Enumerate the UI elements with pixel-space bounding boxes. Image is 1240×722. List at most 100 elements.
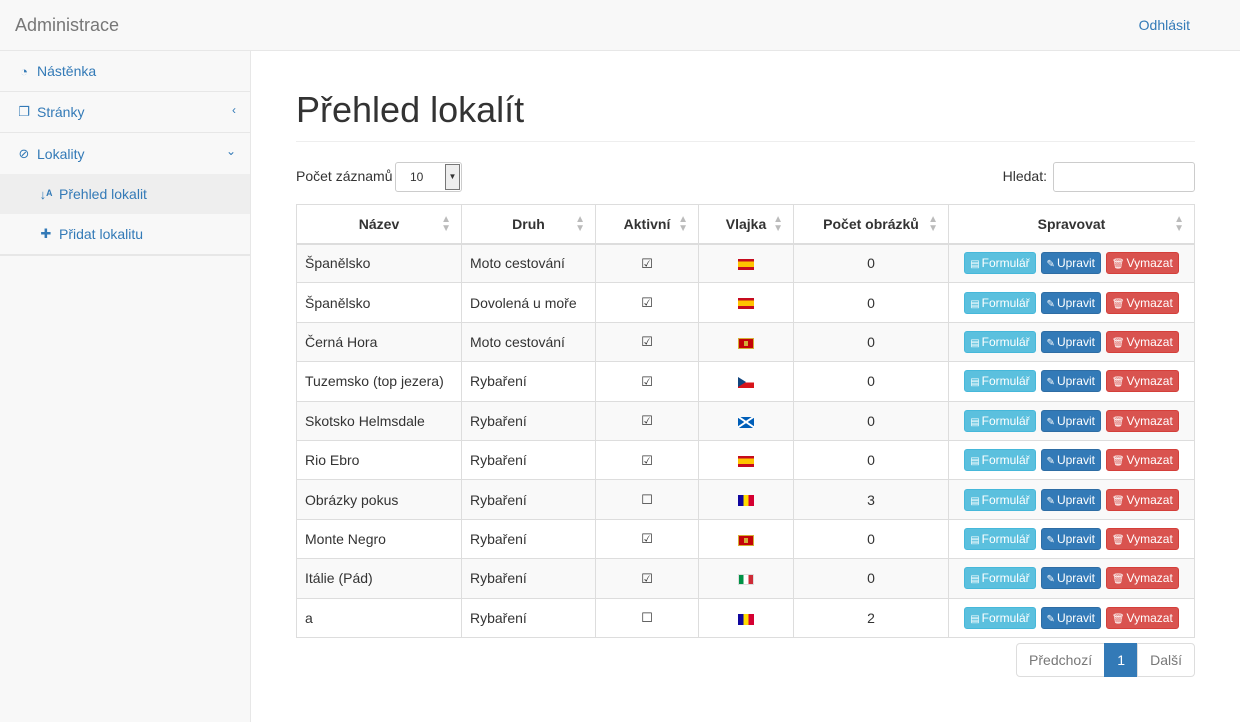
sort-icon: ▲ ▼ (441, 214, 451, 234)
form-button[interactable]: ▤ Formulář (964, 252, 1036, 275)
form-button[interactable]: ▤ Formulář (964, 291, 1036, 314)
flag-icon (738, 377, 754, 389)
cell-flag (698, 321, 794, 363)
trash-icon: 🗑 (1111, 337, 1125, 349)
cell-actions: ▤ Formulář ✎ Upravit 🗑 Vymazat (948, 439, 1195, 481)
form-button[interactable]: ▤ Formulář (964, 330, 1036, 353)
pencil-icon: ✎ (1046, 495, 1055, 507)
column-header-kind[interactable]: Druh ▲ ▼ (461, 204, 596, 245)
delete-button[interactable]: 🗑 Vymazat (1105, 527, 1179, 550)
cell-active: ☑ (595, 400, 699, 441)
cell-images: 0 (793, 361, 949, 402)
trash-icon: 🗑 (1111, 574, 1125, 586)
table-row: Skotsko Helmsdale Rybaření ☑ 0 ▤ Formulář ✎ Up… (296, 400, 1195, 441)
sidebar-item-dashboard[interactable]: ◔ Nástěnka (0, 51, 250, 92)
chevron-left-icon: ‹ (232, 103, 236, 117)
pencil-icon: ✎ (1046, 337, 1055, 349)
column-header-active[interactable]: Aktivní ▲ ▼ (595, 204, 699, 245)
cell-images: 0 (793, 321, 949, 363)
delete-button[interactable]: 🗑 Vymazat (1105, 567, 1179, 590)
cell-kind: Rybaření (461, 479, 596, 520)
flag-icon (738, 416, 754, 428)
sidebar-item-label: Lokality (37, 145, 85, 162)
pagination-page-button[interactable]: 1 (1104, 643, 1139, 677)
delete-button[interactable]: 🗑 Vymazat (1105, 252, 1179, 275)
trash-icon: 🗑 (1111, 416, 1125, 428)
delete-button[interactable]: 🗑 Vymazat (1105, 449, 1179, 472)
trash-icon: 🗑 (1111, 613, 1125, 625)
cell-name: Skotsko Helmsdale (296, 400, 462, 441)
edit-button[interactable]: ✎ Upravit (1040, 409, 1101, 432)
table-row: Rio Ebro Rybaření ☑ 0 ▤ Formulář ✎ Upravit 🗑 Vy… (296, 439, 1195, 481)
trash-icon: 🗑 (1111, 534, 1125, 546)
cell-flag (698, 242, 794, 284)
length-select[interactable]: 10 ▼ (395, 162, 462, 192)
pencil-icon: ✎ (1046, 298, 1055, 310)
sort-icon: ▲ ▼ (928, 214, 938, 234)
logout-link[interactable]: Odhlásit (1139, 17, 1190, 33)
delete-button[interactable]: 🗑 Vymazat (1105, 488, 1179, 511)
cell-actions: ▤ Formulář ✎ Upravit 🗑 Vymazat (948, 518, 1195, 560)
edit-button[interactable]: ✎ Upravit (1040, 370, 1101, 393)
flag-icon (738, 298, 754, 310)
cell-kind: Dovolená u moře (461, 282, 596, 323)
search-input[interactable] (1053, 162, 1195, 192)
edit-button[interactable]: ✎ Upravit (1040, 488, 1101, 511)
form-button[interactable]: ▤ Formulář (964, 409, 1036, 432)
delete-button[interactable]: 🗑 Vymazat (1105, 370, 1179, 393)
edit-button[interactable]: ✎ Upravit (1040, 606, 1101, 629)
column-header-images[interactable]: Počet obrázků ▲ ▼ (793, 204, 949, 245)
file-icon: ▤ (970, 416, 980, 428)
pencil-icon: ✎ (1046, 534, 1055, 546)
cell-flag (698, 518, 794, 560)
sidebar-item-label: Stránky (37, 104, 85, 120)
form-button[interactable]: ▤ Formulář (964, 606, 1036, 629)
cell-images: 0 (793, 282, 949, 323)
checkbox-checked-icon: ☑ (641, 413, 653, 429)
delete-button[interactable]: 🗑 Vymazat (1105, 330, 1179, 353)
cell-flag (698, 282, 794, 323)
cell-actions: ▤ Formulář ✎ Upravit 🗑 Vymazat (948, 400, 1195, 441)
cell-flag (698, 361, 794, 402)
page-title: Přehled lokalít (296, 89, 1195, 142)
sidebar-item-label: Nástěnka (37, 63, 97, 79)
edit-button[interactable]: ✎ Upravit (1040, 449, 1101, 472)
edit-button[interactable]: ✎ Upravit (1040, 567, 1101, 590)
form-button[interactable]: ▤ Formulář (964, 370, 1036, 393)
checkbox-checked-icon: ☑ (641, 373, 653, 389)
main-content: Přehled lokalít Počet záznamů 10 ▼ Hleda… (296, 51, 1195, 677)
sidebar-subitem-add[interactable]: ✚ Přidat lokalitu (0, 214, 250, 254)
pagination-next-button[interactable]: Další (1137, 643, 1195, 677)
edit-button[interactable]: ✎ Upravit (1040, 252, 1101, 275)
sidebar-item-pages[interactable]: ❐ Stránky ‹ (0, 92, 250, 133)
delete-button[interactable]: 🗑 Vymazat (1105, 409, 1179, 432)
form-button[interactable]: ▤ Formulář (964, 567, 1036, 590)
table-header-row: Název ▲ ▼ Druh ▲ ▼ Aktivní ▲ ▼ Vlajka ▲ ▼ Počet … (296, 204, 1195, 245)
edit-button[interactable]: ✎ Upravit (1040, 330, 1101, 353)
edit-button[interactable]: ✎ Upravit (1040, 291, 1101, 314)
form-button[interactable]: ▤ Formulář (964, 527, 1036, 550)
cell-flag (698, 597, 794, 638)
flag-icon (738, 455, 754, 467)
sidebar: ◔ Nástěnka ❐ Stránky ‹ ⊘ Lokality ⌄ ↓ᴬ P… (0, 51, 251, 722)
column-header-flag[interactable]: Vlajka ▲ ▼ (698, 204, 794, 245)
cell-images: 0 (793, 518, 949, 560)
column-header-name[interactable]: Název ▲ ▼ (296, 204, 462, 245)
flag-icon (738, 613, 754, 625)
cell-actions: ▤ Formulář ✎ Upravit 🗑 Vymazat (948, 558, 1195, 599)
pencil-icon: ✎ (1046, 259, 1055, 271)
delete-button[interactable]: 🗑 Vymazat (1105, 606, 1179, 629)
form-button[interactable]: ▤ Formulář (964, 488, 1036, 511)
sidebar-subitem-overview[interactable]: ↓ᴬ Přehled lokalit (0, 174, 250, 214)
cell-kind: Rybaření (461, 518, 596, 560)
table-row: Černá Hora Moto cestování ☑ 0 ▤ Formulář ✎ Upr… (296, 321, 1195, 363)
pagination-prev-button[interactable]: Předchozí (1016, 643, 1106, 677)
file-icon: ▤ (970, 298, 980, 310)
sort-icon: ▲ ▼ (1174, 214, 1184, 234)
delete-button[interactable]: 🗑 Vymazat (1105, 291, 1179, 314)
edit-button[interactable]: ✎ Upravit (1040, 527, 1101, 550)
column-header-manage[interactable]: Spravovat ▲ ▼ (948, 204, 1195, 245)
sidebar-subitem-label: Přidat lokalitu (59, 226, 144, 242)
sidebar-item-locations[interactable]: ⊘ Lokality ⌄ (0, 133, 250, 174)
form-button[interactable]: ▤ Formulář (964, 449, 1036, 472)
